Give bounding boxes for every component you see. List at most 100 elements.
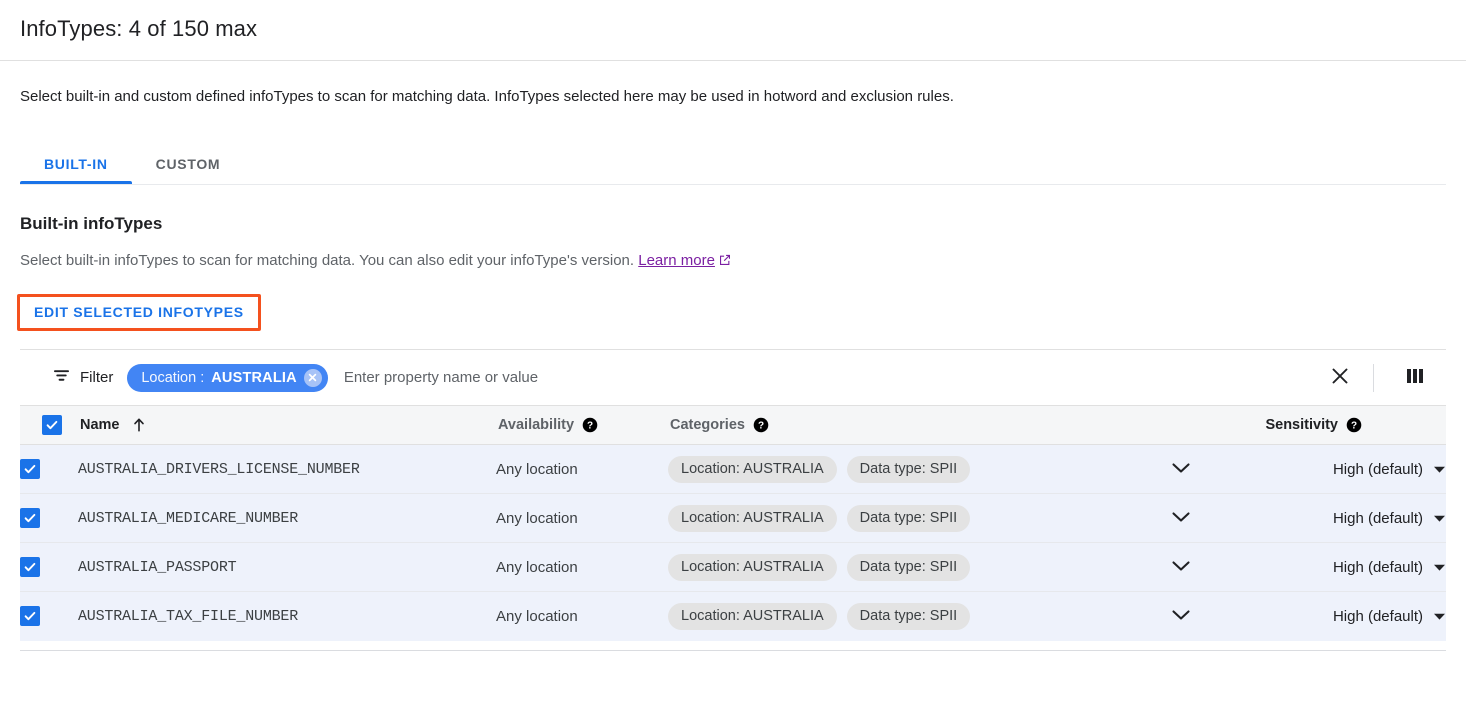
built-in-section: Built-in infoTypes Select built-in infoT… (0, 185, 1466, 331)
row-sensitivity-cell: High (default) (1214, 494, 1446, 543)
tab-custom[interactable]: CUSTOM (132, 143, 245, 184)
sensitivity-dropdown[interactable]: High (default) (1333, 510, 1446, 527)
row-name: AUSTRALIA_TAX_FILE_NUMBER (78, 592, 496, 641)
sensitivity-value: High (default) (1333, 461, 1423, 478)
table-row[interactable]: AUSTRALIA_MEDICARE_NUMBER Any location L… (20, 494, 1446, 543)
category-chip-location: Location: AUSTRALIA (668, 554, 837, 581)
filter-chip-location[interactable]: Location : AUSTRALIA (127, 364, 327, 392)
filter-chip-remove-icon[interactable] (304, 369, 322, 387)
row-name: AUSTRALIA_PASSPORT (78, 543, 496, 592)
row-categories: Location: AUSTRALIA Data type: SPII (668, 445, 1148, 494)
column-header-categories: Categories ? (668, 406, 1148, 445)
row-categories: Location: AUSTRALIA Data type: SPII (668, 543, 1148, 592)
dropdown-arrow-icon (1433, 559, 1446, 576)
select-all-checkbox[interactable] (42, 415, 62, 435)
tab-list: BUILT-IN CUSTOM (0, 143, 1466, 184)
category-chip-location: Location: AUSTRALIA (668, 456, 837, 483)
sensitivity-dropdown[interactable]: High (default) (1333, 608, 1446, 625)
dropdown-arrow-icon (1433, 461, 1446, 478)
row-availability: Any location (496, 543, 668, 592)
category-chip-data-type: Data type: SPII (847, 456, 971, 483)
filter-label: Filter (80, 369, 113, 386)
table-row[interactable]: AUSTRALIA_TAX_FILE_NUMBER Any location L… (20, 592, 1446, 641)
column-header-categories-label: Categories (670, 417, 745, 433)
row-availability: Any location (496, 445, 668, 494)
row-checkbox[interactable] (20, 606, 40, 626)
table-row[interactable]: AUSTRALIA_PASSPORT Any location Location… (20, 543, 1446, 592)
row-availability: Any location (496, 494, 668, 543)
row-sensitivity-cell: High (default) (1214, 543, 1446, 592)
row-sensitivity-cell: High (default) (1214, 592, 1446, 641)
chevron-down-icon (1170, 608, 1192, 625)
category-chip-location: Location: AUSTRALIA (668, 603, 837, 630)
row-expand-button[interactable] (1164, 504, 1198, 533)
table-head: Name Availability (20, 406, 1446, 445)
row-expand-cell (1148, 592, 1214, 641)
page-header: InfoTypes: 4 of 150 max Select built-in … (0, 0, 1466, 107)
row-checkbox[interactable] (20, 557, 40, 577)
help-icon[interactable]: ? (582, 417, 598, 433)
help-icon[interactable]: ? (753, 417, 769, 433)
column-display-options-button[interactable] (1392, 355, 1438, 401)
clear-filters-button[interactable] (1317, 355, 1363, 401)
row-sensitivity-cell: High (default) (1214, 445, 1446, 494)
learn-more-link[interactable]: Learn more (638, 252, 715, 269)
page-intro-text: Select built-in and custom defined infoT… (0, 61, 1466, 107)
sensitivity-value: High (default) (1333, 608, 1423, 625)
tab-built-in[interactable]: BUILT-IN (20, 143, 132, 184)
svg-text:?: ? (1351, 421, 1357, 432)
filter-bar: Filter Location : AUSTRALIA (20, 350, 1446, 405)
sensitivity-dropdown[interactable]: High (default) (1333, 461, 1446, 478)
row-checkbox[interactable] (20, 508, 40, 528)
svg-text:?: ? (758, 421, 764, 432)
column-header-availability-label: Availability (498, 417, 574, 433)
row-categories: Location: AUSTRALIA Data type: SPII (668, 494, 1148, 543)
row-expand-button[interactable] (1164, 455, 1198, 484)
external-link-icon[interactable] (718, 253, 732, 273)
tabs-container: BUILT-IN CUSTOM (0, 143, 1466, 185)
filter-chip-key: Location : (141, 370, 204, 386)
table-bottom-divider (20, 650, 1446, 651)
filter-chip-value: AUSTRALIA (211, 370, 297, 386)
row-name: AUSTRALIA_DRIVERS_LICENSE_NUMBER (78, 445, 496, 494)
chevron-down-icon (1170, 510, 1192, 527)
row-select-cell (20, 592, 78, 641)
table-row[interactable]: AUSTRALIA_DRIVERS_LICENSE_NUMBER Any loc… (20, 445, 1446, 494)
row-expand-button[interactable] (1164, 602, 1198, 631)
help-icon[interactable]: ? (1346, 417, 1362, 433)
column-header-name[interactable]: Name (78, 406, 496, 445)
actions-divider (1373, 364, 1374, 392)
row-name: AUSTRALIA_MEDICARE_NUMBER (78, 494, 496, 543)
sensitivity-value: High (default) (1333, 559, 1423, 576)
filter-toggle[interactable]: Filter (52, 366, 113, 390)
column-header-name-label: Name (80, 417, 120, 433)
infotypes-table: Name Availability (20, 405, 1446, 641)
row-availability: Any location (496, 592, 668, 641)
column-display-icon (1405, 367, 1425, 388)
row-expand-cell (1148, 494, 1214, 543)
category-chip-data-type: Data type: SPII (847, 505, 971, 532)
row-expand-cell (1148, 543, 1214, 592)
row-checkbox[interactable] (20, 459, 40, 479)
infotypes-table-card: Filter Location : AUSTRALIA (20, 349, 1446, 651)
dropdown-arrow-icon (1433, 608, 1446, 625)
sensitivity-value: High (default) (1333, 510, 1423, 527)
chevron-down-icon (1170, 461, 1192, 478)
row-categories: Location: AUSTRALIA Data type: SPII (668, 592, 1148, 641)
table-header-row: Name Availability (20, 406, 1446, 445)
chevron-down-icon (1170, 559, 1192, 576)
sensitivity-dropdown[interactable]: High (default) (1333, 559, 1446, 576)
table-body: AUSTRALIA_DRIVERS_LICENSE_NUMBER Any loc… (20, 445, 1446, 641)
sort-ascending-icon (132, 417, 146, 433)
filter-search-input[interactable] (342, 363, 1317, 393)
column-header-select (20, 406, 78, 445)
filter-bar-actions (1317, 355, 1438, 401)
edit-selected-infotypes-button[interactable]: EDIT SELECTED INFOTYPES (20, 297, 258, 328)
column-header-availability: Availability ? (496, 406, 668, 445)
edit-selected-infotypes-highlight: EDIT SELECTED INFOTYPES (17, 294, 261, 331)
close-icon (1329, 365, 1351, 390)
section-subtitle: Select built-in infoTypes to scan for ma… (0, 235, 1466, 273)
svg-text:?: ? (587, 421, 593, 432)
dropdown-arrow-icon (1433, 510, 1446, 527)
row-expand-button[interactable] (1164, 553, 1198, 582)
